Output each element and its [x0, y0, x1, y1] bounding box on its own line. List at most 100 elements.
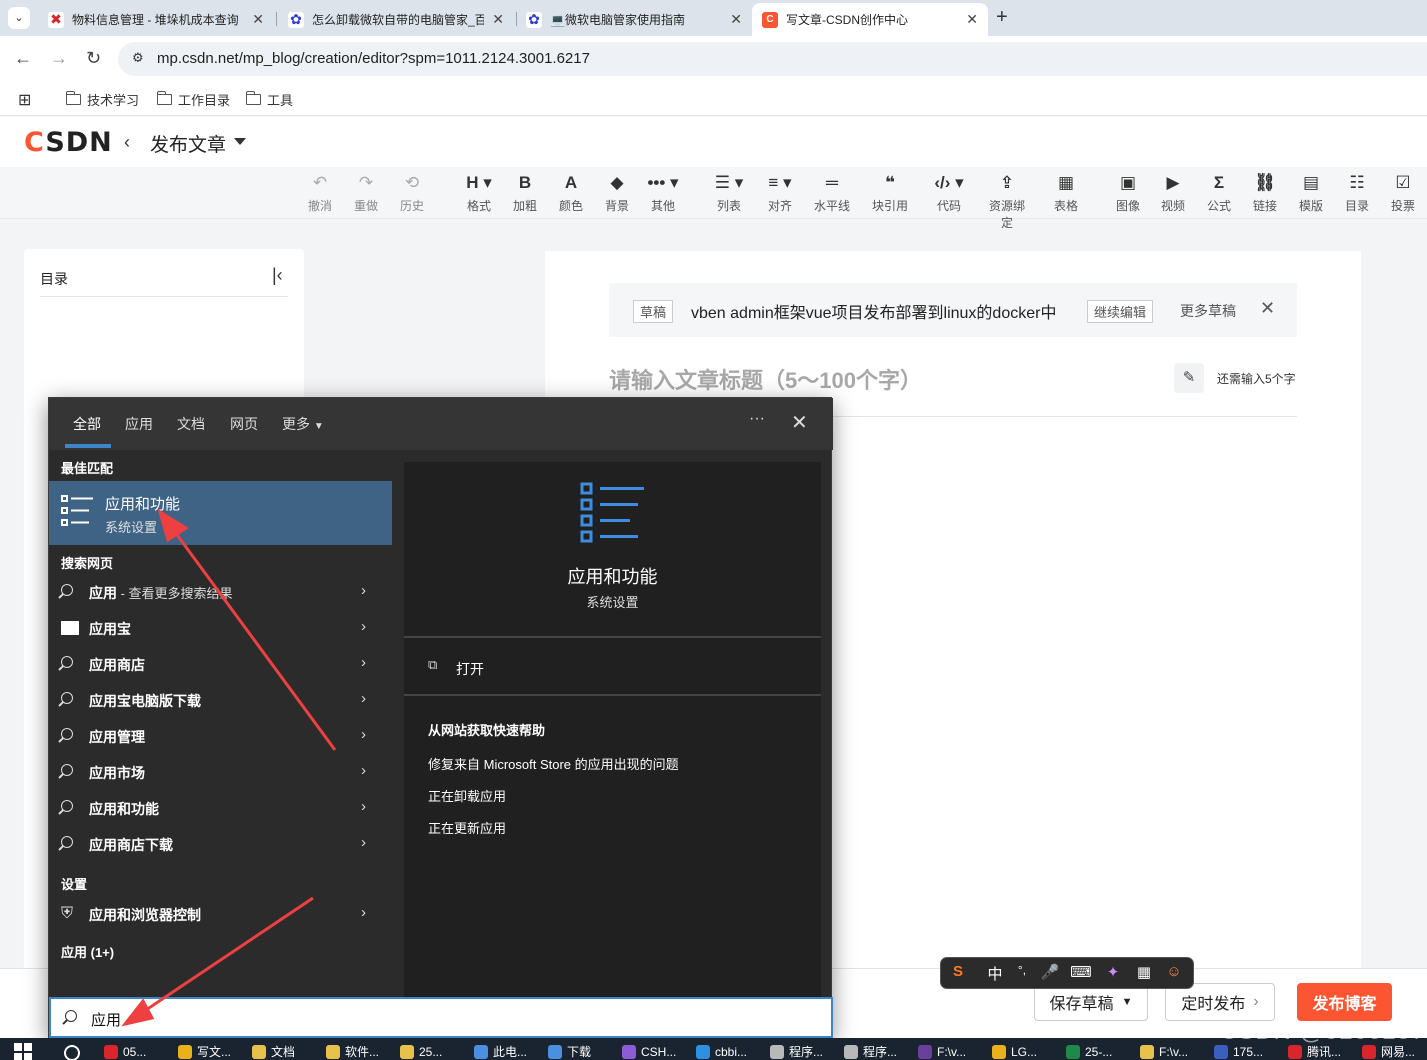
- new-tab-plus-icon[interactable]: +: [996, 6, 1008, 29]
- bookmark-folder-3[interactable]: 工具: [245, 90, 293, 109]
- back-chevron-icon[interactable]: ‹: [124, 132, 130, 153]
- browser-tab-1[interactable]: ✖ 物料信息管理 - 堆垛机成本查询 ✕: [38, 3, 274, 36]
- close-icon[interactable]: ✕: [791, 410, 808, 435]
- tab-web[interactable]: 网页: [230, 414, 258, 434]
- site-info-icon[interactable]: ⚙: [132, 50, 144, 66]
- taskbar-app[interactable]: cbbi...: [696, 1043, 747, 1060]
- web-result-item[interactable]: 应用宝电脑版下载 ›: [49, 682, 392, 718]
- tab-more[interactable]: 更多 ▼: [282, 414, 324, 434]
- taskbar-app[interactable]: 软件...: [326, 1043, 379, 1060]
- web-result-item[interactable]: 应用宝 ›: [49, 610, 392, 646]
- punctuation-icon[interactable]: °,: [1011, 963, 1033, 977]
- taskbar-app[interactable]: 下载: [548, 1043, 591, 1060]
- best-match-item[interactable]: 应用和功能 系统设置: [49, 481, 392, 545]
- publish-blog-button[interactable]: 发布博客: [1297, 983, 1392, 1021]
- toolbar-button-8[interactable]: ☰ ▾ 列表: [706, 172, 752, 214]
- continue-edit-button[interactable]: 继续编辑: [1087, 300, 1154, 323]
- taskbar-app[interactable]: 文档: [252, 1043, 295, 1060]
- close-icon[interactable]: ✕: [1260, 298, 1275, 319]
- back-arrow-icon[interactable]: ←: [14, 48, 32, 69]
- more-drafts-link[interactable]: 更多草稿: [1180, 301, 1236, 321]
- title-caret-down-icon[interactable]: [234, 138, 246, 145]
- web-result-item[interactable]: 应用和功能 ›: [49, 790, 392, 826]
- toolbar-button-19[interactable]: ▤ 模版: [1288, 172, 1334, 214]
- help-link-1[interactable]: 修复来自 Microsoft Store 的应用出现的问题: [428, 754, 679, 773]
- bookmark-folder-2[interactable]: 工作目录: [156, 90, 230, 109]
- magic-wand-icon[interactable]: ✎: [1174, 363, 1204, 393]
- sogou-logo-icon[interactable]: S: [947, 963, 969, 980]
- web-result-item[interactable]: 应用商店 ›: [49, 646, 392, 682]
- toolbar-button-15[interactable]: ▣ 图像: [1105, 172, 1151, 214]
- web-result-item[interactable]: 应用 - 查看更多搜索结果 ›: [49, 574, 392, 610]
- toolbar-button-18[interactable]: ⛓ 链接: [1242, 172, 1288, 214]
- web-result-item[interactable]: 应用市场 ›: [49, 754, 392, 790]
- toolbar-button-14[interactable]: ▦ 表格: [1043, 172, 1089, 214]
- browser-tab-2[interactable]: ✿ 怎么卸载微软自带的电脑管家_百度 ✕: [278, 3, 514, 36]
- toolbar-button-7[interactable]: ••• ▾ 其他: [640, 172, 686, 214]
- toolbar-button-3[interactable]: H ▾ 格式: [456, 172, 502, 214]
- help-link-3[interactable]: 正在更新应用: [428, 818, 506, 837]
- toolbar-button-0[interactable]: ↶ 撤消: [297, 172, 343, 214]
- toolbar-button-4[interactable]: B 加粗: [502, 172, 548, 214]
- toolbar-button-12[interactable]: ‹/› ▾ 代码: [926, 172, 972, 214]
- open-action[interactable]: ⧉ 打开: [404, 640, 821, 696]
- taskbar-app[interactable]: F:\v...: [918, 1043, 966, 1060]
- taskbar-app[interactable]: 此电...: [474, 1043, 527, 1060]
- csdn-logo[interactable]: CSDN: [24, 127, 113, 158]
- taskbar-search-icon[interactable]: [64, 1045, 80, 1060]
- taskbar-app[interactable]: 25...: [400, 1043, 442, 1060]
- toolbar-button-13[interactable]: ⇪ 资源绑定: [984, 172, 1030, 231]
- toolbar-button-17[interactable]: Σ 公式: [1196, 172, 1242, 214]
- toolbar-button-21[interactable]: ☑ 投票: [1380, 172, 1426, 214]
- toolbar-button-1[interactable]: ↷ 重做: [343, 172, 389, 214]
- taskbar-app[interactable]: 写文...: [178, 1043, 231, 1060]
- settings-result-item[interactable]: ⛨ 应用和浏览器控制 ›: [49, 896, 392, 932]
- toolbar-button-11[interactable]: ❝ 块引用: [867, 172, 913, 214]
- tab-apps[interactable]: 应用: [125, 414, 153, 434]
- browser-tab-4-active[interactable]: C 写文章-CSDN创作中心 ✕: [752, 3, 988, 36]
- taskbar-app[interactable]: 程序...: [770, 1043, 823, 1060]
- tab-search-dropdown-icon[interactable]: ⌄: [8, 7, 30, 29]
- apps-grid-icon[interactable]: ⊞: [18, 90, 31, 110]
- toolbar-label: 背景: [604, 199, 629, 213]
- bookmark-folder-1[interactable]: 技术学习: [65, 90, 139, 109]
- more-options-icon[interactable]: ···: [749, 410, 765, 428]
- article-title-input[interactable]: 请输入文章标题（5～100个字）: [609, 363, 922, 395]
- toolbox-grid-icon[interactable]: ▦: [1133, 963, 1155, 981]
- help-link-2[interactable]: 正在卸载应用: [428, 786, 506, 805]
- address-bar[interactable]: ⚙ mp.csdn.net/mp_blog/creation/editor?sp…: [118, 42, 1427, 76]
- skin-icon[interactable]: ✦: [1102, 963, 1124, 981]
- taskbar-app[interactable]: 程序...: [844, 1043, 897, 1060]
- taskbar-app[interactable]: 05...: [104, 1043, 146, 1060]
- taskbar-app[interactable]: LG...: [992, 1043, 1037, 1060]
- tab-all[interactable]: 全部: [73, 414, 101, 434]
- tab-documents[interactable]: 文档: [177, 414, 205, 434]
- toolbar-button-2[interactable]: ⟲ 历史: [389, 172, 435, 214]
- web-result-item[interactable]: 应用管理 ›: [49, 718, 392, 754]
- web-result-item[interactable]: 应用商店下载 ›: [49, 826, 392, 862]
- collapse-panel-icon[interactable]: |‹: [272, 265, 283, 286]
- keyboard-icon[interactable]: ⌨: [1070, 963, 1092, 981]
- toolbar-button-20[interactable]: ☷ 目录: [1334, 172, 1380, 214]
- toolbar-button-10[interactable]: ═ 水平线: [809, 172, 855, 214]
- toolbar-button-9[interactable]: ≡ ▾ 对齐: [757, 172, 803, 214]
- forward-arrow-icon[interactable]: →: [50, 48, 68, 69]
- tab-close-icon[interactable]: ✕: [492, 11, 504, 28]
- tab-close-icon[interactable]: ✕: [730, 11, 742, 28]
- tab-close-icon[interactable]: ✕: [252, 11, 264, 28]
- reload-icon[interactable]: ↻: [86, 48, 101, 69]
- microphone-icon[interactable]: 🎤: [1039, 963, 1061, 981]
- windows-start-icon[interactable]: [14, 1043, 34, 1060]
- page-title[interactable]: 发布文章: [150, 130, 226, 157]
- mascot-icon[interactable]: ☺: [1163, 963, 1185, 980]
- toolbar-button-16[interactable]: ▶ 视频: [1150, 172, 1196, 214]
- toolbar-button-6[interactable]: ◆ 背景: [594, 172, 640, 214]
- taskbar-app[interactable]: CSH...: [622, 1043, 676, 1060]
- taskbar-app[interactable]: F:\v...: [1140, 1043, 1188, 1060]
- toolbar-button-5[interactable]: A 颜色: [548, 172, 594, 214]
- browser-tab-3[interactable]: ✿ 💻微软电脑管家使用指南 ✕: [516, 3, 752, 36]
- taskbar-app[interactable]: 25-...: [1066, 1043, 1112, 1060]
- search-input[interactable]: 应用: [49, 997, 833, 1038]
- tab-close-icon[interactable]: ✕: [966, 11, 978, 28]
- chinese-mode-icon[interactable]: 中: [984, 963, 1006, 984]
